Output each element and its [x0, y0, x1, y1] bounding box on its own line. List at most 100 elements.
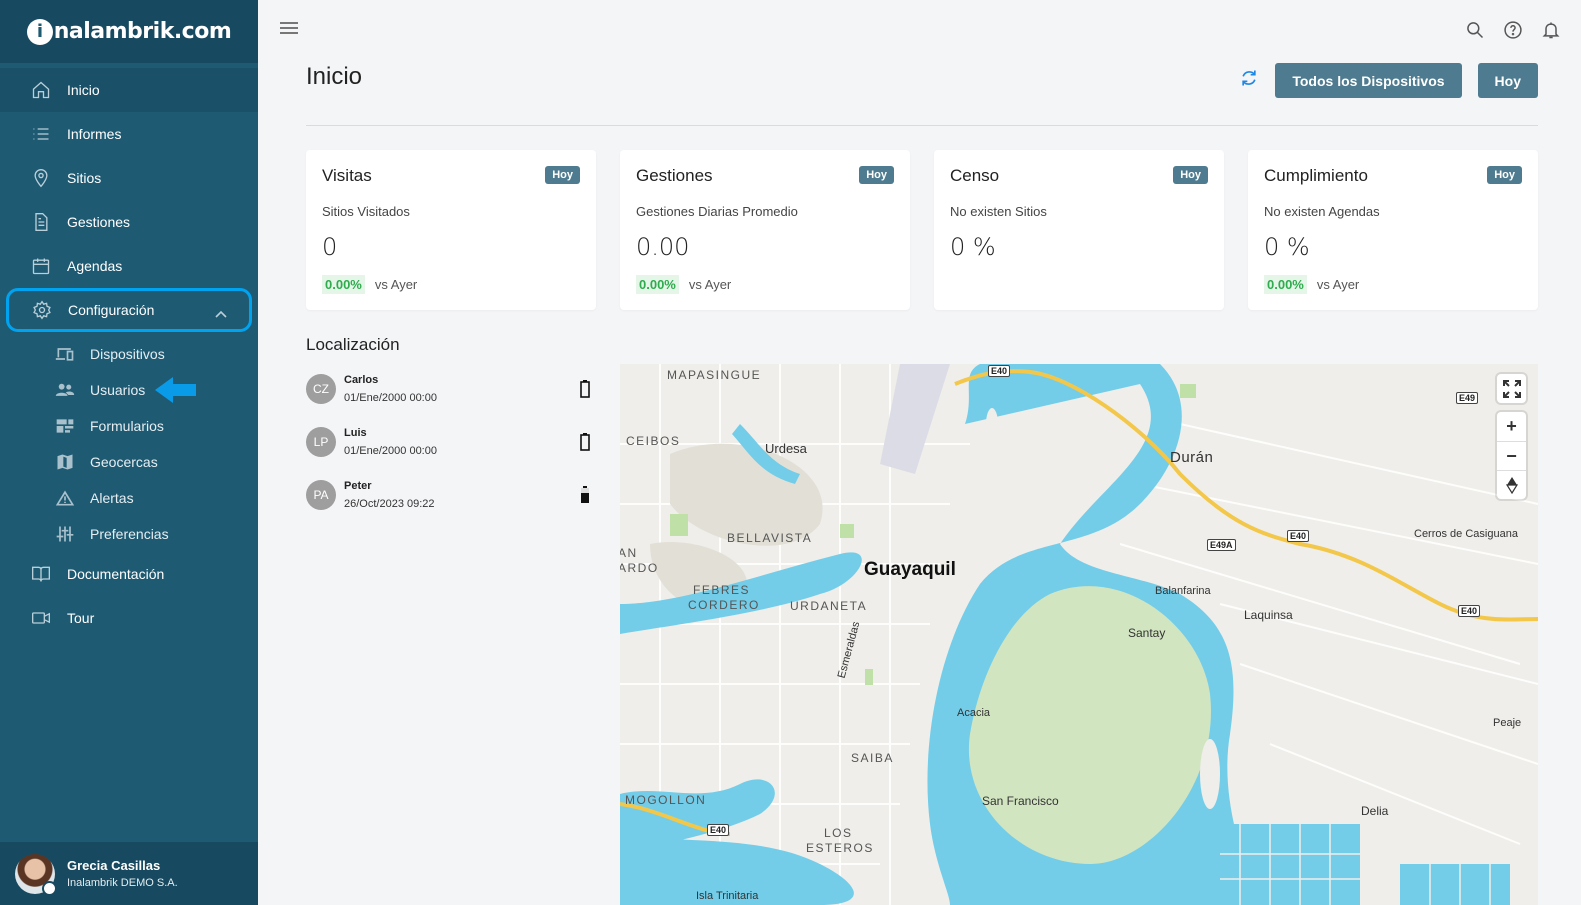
topbar-icons [1465, 20, 1561, 40]
map-label: ESTEROS [806, 841, 874, 855]
map-label: MOGOLLON [625, 793, 707, 807]
list-item[interactable]: CZ Carlos 01/Ene/2000 00:00 [306, 373, 596, 426]
card-footer: 0.00% vs Ayer [1264, 275, 1522, 294]
logo-mark: i [26, 18, 53, 45]
location-title: Localización [306, 335, 400, 354]
fullscreen-icon[interactable] [1497, 374, 1526, 403]
list-item[interactable]: LP Luis 01/Ene/2000 00:00 [306, 426, 596, 479]
card-badge[interactable]: Hoy [859, 166, 894, 184]
sidebar-subitem-geocercas[interactable]: Geocercas [0, 444, 258, 480]
map-canvas [620, 364, 1538, 905]
device-time: 01/Ene/2000 00:00 [344, 392, 437, 404]
chevron-up-icon[interactable] [215, 305, 227, 321]
sidebar-subitem-formularios[interactable]: Formularios [0, 408, 258, 444]
sidebar-item-informes[interactable]: Informes [0, 112, 258, 156]
topbar [258, 0, 1581, 60]
map-label: Balanfarina [1155, 585, 1211, 597]
zoom-out-button[interactable]: − [1497, 441, 1526, 470]
logo-text: nalambrik.com [53, 19, 232, 44]
user-name: Grecia Casillas [67, 858, 161, 873]
card-value: 0 % [1264, 233, 1310, 261]
avatar [15, 853, 57, 896]
menu-toggle-icon[interactable] [280, 22, 298, 37]
card-badge[interactable]: Hoy [1487, 166, 1522, 184]
sidebar-subitem-dispositivos[interactable]: Dispositivos [0, 336, 258, 372]
map-label: URDANETA [790, 599, 868, 613]
card-subtitle: No existen Sitios [950, 204, 1047, 219]
card-title: Censo [950, 166, 1000, 185]
map-label: BELLAVISTA [727, 531, 813, 545]
card-subtitle: No existen Agendas [1264, 204, 1380, 219]
sidebar-item-sitios[interactable]: Sitios [0, 156, 258, 200]
sidebar-subitem-label: Geocercas [90, 454, 158, 470]
bell-icon[interactable] [1541, 20, 1561, 40]
sidebar-item-inicio[interactable]: Inicio [0, 68, 258, 112]
card-footer: 0.00% vs Ayer [636, 275, 894, 294]
sidebar-item-label: Informes [67, 126, 122, 142]
card-vs: vs Ayer [688, 277, 732, 292]
sidebar-nav: Inicio Informes Sitios Gestiones Agendas… [0, 63, 258, 640]
map-label: Santay [1128, 626, 1166, 640]
sidebar-item-label: Documentación [67, 566, 165, 582]
map[interactable]: MAPASINGUE CEIBOS Urdesa BELLAVISTA AN A… [620, 364, 1538, 905]
help-icon[interactable] [1503, 20, 1523, 40]
refresh-icon[interactable] [1239, 68, 1259, 93]
sidebar-subitem-preferencias[interactable]: Preferencias [0, 516, 258, 552]
sidebar-item-label: Tour [67, 610, 95, 626]
map-label-city: Durán [1170, 449, 1214, 466]
card-pct: 0.00% [322, 275, 365, 294]
sidebar-item-configuracion[interactable]: Configuración [6, 288, 252, 332]
map-label: MAPASINGUE [667, 368, 762, 382]
card-censo: Censo Hoy No existen Sitios 0 % [934, 150, 1224, 310]
compass-icon[interactable] [1497, 470, 1526, 499]
list-item[interactable]: PA Peter 26/Oct/2023 09:22 [306, 479, 596, 532]
road-shield: E40 [1458, 605, 1481, 617]
map-label: CORDERO [688, 598, 760, 612]
card-badge[interactable]: Hoy [1173, 166, 1208, 184]
list-icon [30, 123, 52, 145]
map-label: Peaje [1493, 717, 1522, 729]
zoom-in-button[interactable]: + [1497, 412, 1526, 441]
road-shield: E40 [1287, 530, 1310, 542]
map-label-city: Guayaquil [864, 559, 956, 580]
card-badge[interactable]: Hoy [545, 166, 580, 184]
sidebar-subitem-usuarios[interactable]: Usuarios [0, 372, 258, 408]
sidebar-item-label: Inicio [67, 82, 100, 98]
fullscreen-control [1497, 374, 1526, 403]
card-title: Visitas [322, 166, 372, 185]
book-icon [30, 563, 52, 585]
card-cumplimiento: Cumplimiento Hoy No existen Agendas 0 % … [1248, 150, 1538, 310]
road-shield: E40 [707, 824, 730, 836]
home-icon [30, 79, 52, 101]
sidebar-item-gestiones[interactable]: Gestiones [0, 200, 258, 244]
map-label: Urdesa [765, 441, 807, 456]
card-vs: vs Ayer [374, 277, 418, 292]
battery-full-icon [580, 380, 590, 398]
map-label: AN [620, 546, 638, 560]
sidebar-item-documentacion[interactable]: Documentación [0, 552, 258, 596]
all-devices-button[interactable]: Todos los Dispositivos [1275, 63, 1462, 98]
card-subtitle: Sitios Visitados [322, 204, 410, 219]
arrow-pointer-icon [155, 377, 196, 403]
sidebar-item-tour[interactable]: Tour [0, 596, 258, 640]
today-button[interactable]: Hoy [1477, 63, 1538, 98]
sidebar-subitem-alertas[interactable]: Alertas [0, 480, 258, 516]
road-shield: E40 [988, 365, 1011, 377]
card-subtitle: Gestiones Diarias Promedio [636, 204, 798, 219]
sidebar-item-agendas[interactable]: Agendas [0, 244, 258, 288]
devices-icon [54, 345, 76, 363]
page-title: Inicio [306, 63, 363, 90]
location-pin-icon [30, 167, 52, 189]
map-label: Cerros de Casiguana [1414, 528, 1518, 540]
search-icon[interactable] [1465, 20, 1485, 40]
brand-logo[interactable]: i nalambrik.com [0, 0, 258, 63]
card-value: 0 % [950, 233, 996, 261]
sidebar-item-label: Agendas [67, 258, 123, 274]
user-profile[interactable]: Grecia Casillas Inalambrik DEMO S.A. [0, 842, 258, 905]
user-org: Inalambrik DEMO S.A. [67, 877, 178, 889]
map-label: Laquinsa [1244, 608, 1293, 622]
device-avatar: PA [306, 480, 336, 510]
sidebar-item-label: Sitios [67, 170, 102, 186]
card-pct: 0.00% [1264, 275, 1307, 294]
sidebar-subitem-label: Dispositivos [90, 346, 165, 362]
